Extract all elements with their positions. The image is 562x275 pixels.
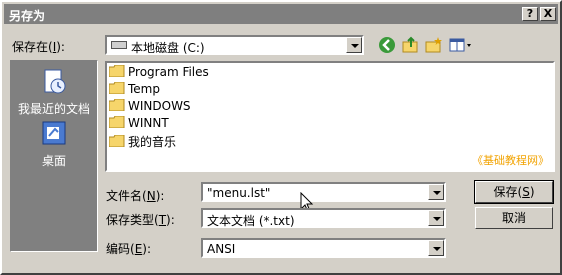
location-select[interactable]: 本地磁盘 (C:) (105, 35, 364, 55)
close-button[interactable]: X (540, 7, 556, 21)
place-recent-documents[interactable]: 我最近的文档 (11, 67, 97, 117)
filetype-select[interactable]: 文本文档 (*.txt) (201, 208, 446, 228)
filename-field[interactable]: "menu.lst" (201, 182, 446, 202)
save-as-dialog: 另存为 ? X 保存在(I): 本地磁盘 (C:) 我最近的文档 桌面 Prog… (0, 0, 562, 275)
list-item[interactable]: Program Files (109, 65, 209, 81)
list-item[interactable]: WINDOWS (109, 99, 191, 115)
filename-label: 文件名(N): (106, 189, 165, 203)
back-icon[interactable] (378, 36, 396, 54)
save-button[interactable]: 保存(S) (474, 180, 554, 204)
folder-icon (109, 116, 125, 128)
desktop-icon (42, 121, 66, 145)
folder-icon (109, 82, 125, 94)
new-folder-icon[interactable] (425, 36, 443, 54)
location-dropdown-arrow[interactable] (346, 37, 362, 53)
file-list[interactable]: Program Files Temp WINDOWS WINNT 我的音乐 《基… (105, 61, 555, 172)
window-title: 另存为 (9, 9, 46, 23)
encoding-select[interactable]: ANSI (201, 238, 446, 258)
filename-dropdown-arrow[interactable] (428, 184, 444, 200)
list-item[interactable]: 我的音乐 (109, 133, 176, 149)
view-menu-icon[interactable] (449, 36, 473, 54)
encoding-dropdown-arrow[interactable] (428, 240, 444, 256)
list-item[interactable]: Temp (109, 82, 160, 98)
place-label: 桌面 (41, 154, 66, 168)
place-label: 我最近的文档 (17, 102, 90, 116)
folder-icon (109, 65, 125, 77)
recent-documents-icon (44, 69, 66, 94)
filetype-dropdown-arrow[interactable] (428, 210, 444, 226)
help-button[interactable]: ? (522, 7, 538, 21)
filetype-label: 保存类型(T): (106, 213, 175, 227)
watermark-text: 《基础教程网》 (472, 154, 549, 167)
folder-icon (109, 99, 125, 111)
encoding-value: ANSI (207, 242, 236, 256)
drive-icon (111, 41, 127, 49)
folder-icon (109, 135, 125, 147)
filename-value: "menu.lst" (207, 186, 271, 200)
title-bar[interactable]: 另存为 ? X (4, 4, 558, 24)
filetype-value: 文本文档 (*.txt) (207, 214, 295, 228)
up-folder-icon[interactable] (402, 36, 420, 54)
encoding-label: 编码(E): (106, 242, 152, 256)
cancel-button[interactable]: 取消 (475, 207, 553, 229)
place-desktop[interactable]: 桌面 (11, 119, 97, 169)
list-item[interactable]: WINNT (109, 116, 169, 132)
location-value: 本地磁盘 (C:) (131, 41, 205, 55)
places-bar: 我最近的文档 桌面 (10, 60, 98, 252)
location-label: 保存在(I): (12, 40, 65, 54)
